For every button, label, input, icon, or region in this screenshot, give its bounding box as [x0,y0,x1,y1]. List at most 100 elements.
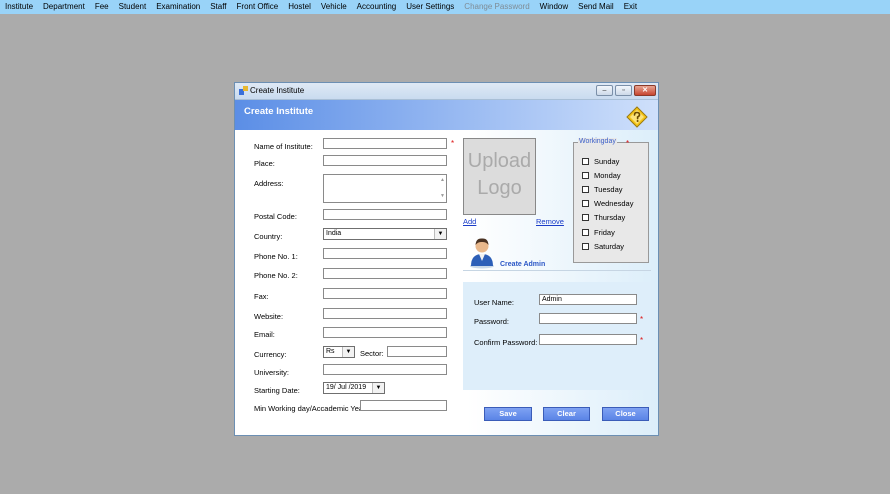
name-required-mark: * [451,139,455,148]
university-label: University: [254,368,290,377]
address-label: Address: [254,179,284,188]
tuesday-label: Tuesday [594,185,623,194]
wednesday-label: Wednesday [594,199,634,208]
menu-bar: Institute Department Fee Student Examina… [0,0,890,14]
friday-label: Friday [594,228,615,237]
email-input[interactable] [323,327,447,338]
sunday-checkbox[interactable] [582,158,589,165]
create-institute-window: Create Institute – ▫ ✕ Create Institute … [234,82,659,436]
thursday-checkbox[interactable] [582,214,589,221]
monday-label: Monday [594,171,621,180]
saturday-checkbox[interactable] [582,243,589,250]
scroll-down-icon[interactable]: ▼ [440,192,445,201]
create-admin-title: Create Admin [500,261,546,268]
menu-accounting[interactable]: Accounting [352,0,402,14]
menu-front-office[interactable]: Front Office [232,0,284,14]
address-textarea[interactable]: ▲ ▼ [323,174,447,203]
friday-checkbox[interactable] [582,229,589,236]
password-label: Password: [474,317,510,326]
country-select[interactable]: India ▼ [323,228,447,240]
sunday-label: Sunday [594,157,620,166]
maximize-button[interactable]: ▫ [615,85,632,96]
window-titlebar[interactable]: Create Institute – ▫ ✕ [235,83,658,100]
starting-date-value: 19/ Jul /2019 [326,384,367,391]
window-close-button[interactable]: ✕ [634,85,656,96]
starting-date-label: Starting Date: [254,386,300,395]
currency-label: Currency: [254,350,287,359]
postal-code-input[interactable] [323,209,447,220]
username-input[interactable]: Admin [539,294,637,305]
phone-1-label: Phone No. 1: [254,252,298,261]
form-content: Name of Institute: Place: Address: Posta… [235,130,658,435]
monday-checkbox[interactable] [582,172,589,179]
thursday-label: Thursday [594,213,626,222]
fax-input[interactable] [323,288,447,299]
password-required-mark: * [640,315,644,324]
section-divider [463,270,651,271]
add-logo-link[interactable]: Add [463,217,476,226]
name-of-institute-input[interactable] [323,138,447,149]
menu-staff[interactable]: Staff [205,0,231,14]
dropdown-arrow-icon: ▼ [372,383,384,393]
confirm-password-input[interactable] [539,334,637,345]
user-avatar-icon [470,238,494,269]
menu-fee[interactable]: Fee [90,0,114,14]
password-input[interactable] [539,313,637,324]
menu-user-settings[interactable]: User Settings [401,0,459,14]
minimize-button[interactable]: – [596,85,613,96]
menu-student[interactable]: Student [114,0,152,14]
app-icon [239,86,248,95]
menu-vehicle[interactable]: Vehicle [316,0,352,14]
phone-2-label: Phone No. 2: [254,271,298,280]
upload-logo-line2: Logo [477,177,522,199]
currency-select[interactable]: Rs ▼ [323,346,355,358]
form-header: Create Institute [235,100,658,130]
menu-hostel[interactable]: Hostel [283,0,316,14]
logo-placeholder[interactable]: Upload Logo [463,138,536,215]
phone-2-input[interactable] [323,268,447,279]
website-input[interactable] [323,308,447,319]
close-button[interactable]: Close [602,407,649,421]
admin-panel: User Name: Admin Password: * Confirm Pas… [463,282,651,390]
form-title: Create Institute [244,106,314,117]
menu-department[interactable]: Department [38,0,90,14]
confirm-password-required-mark: * [640,336,644,345]
min-working-day-input[interactable] [360,400,447,411]
menu-examination[interactable]: Examination [151,0,205,14]
maximize-icon: ▫ [622,87,625,94]
scroll-up-icon[interactable]: ▲ [440,176,445,185]
tuesday-checkbox[interactable] [582,186,589,193]
starting-date-picker[interactable]: 19/ Jul /2019 ▼ [323,382,385,394]
clear-button[interactable]: Clear [543,407,590,421]
place-label: Place: [254,159,275,168]
menu-exit[interactable]: Exit [619,0,642,14]
workingday-group: Workingday * Sunday Monday Tuesday Wedne… [573,138,649,263]
menu-change-password: Change Password [464,2,530,11]
username-label: User Name: [474,298,515,307]
email-label: Email: [254,330,275,339]
university-input[interactable] [323,364,447,375]
help-icon[interactable] [626,106,648,128]
name-of-institute-label: Name of Institute: [254,142,313,151]
wednesday-checkbox[interactable] [582,200,589,207]
menu-send-mail[interactable]: Send Mail [573,0,619,14]
workingday-legend: Workingday [578,138,617,145]
place-input[interactable] [323,155,447,166]
sector-input[interactable] [387,346,447,357]
workingday-required-mark: * [626,139,630,148]
menu-window[interactable]: Window [535,0,573,14]
currency-value: Rs [326,348,335,355]
saturday-label: Saturday [594,242,625,251]
menu-institute[interactable]: Institute [0,0,38,14]
country-value: India [326,230,342,237]
dropdown-arrow-icon: ▼ [434,229,446,239]
minimize-icon: – [602,87,607,94]
min-working-day-label: Min Working day/Accademic Year: [254,404,368,413]
window-title: Create Institute [250,86,305,95]
country-label: Country: [254,232,283,241]
phone-1-input[interactable] [323,248,447,259]
dropdown-arrow-icon: ▼ [342,347,354,357]
save-button[interactable]: Save [484,407,532,421]
upload-logo-line1: Upload [467,150,532,172]
remove-logo-link[interactable]: Remove [536,217,564,226]
